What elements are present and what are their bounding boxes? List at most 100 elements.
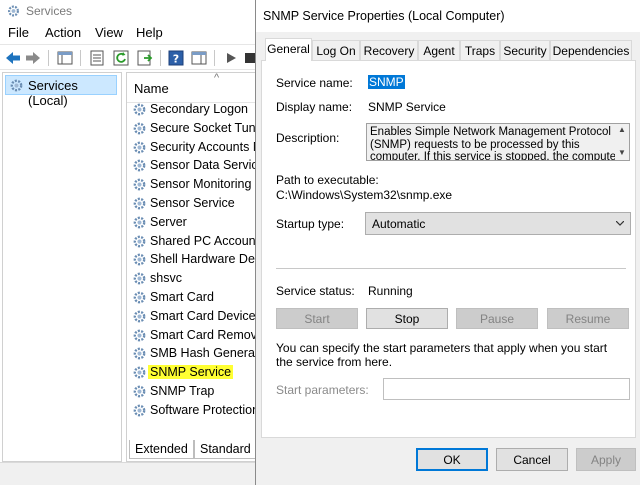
- service-row[interactable]: Shell Hardware Dete: [129, 250, 256, 269]
- service-status-value: Running: [368, 284, 413, 298]
- service-gear-icon: [133, 235, 146, 247]
- service-row[interactable]: Shared PC Account: [129, 232, 256, 251]
- startup-type-select[interactable]: Automatic: [365, 212, 631, 235]
- start-params-input[interactable]: [383, 378, 630, 400]
- service-row[interactable]: Sensor Service: [129, 194, 256, 213]
- apply-button[interactable]: Apply: [576, 448, 636, 471]
- service-gear-icon: [133, 366, 146, 379]
- status-bar: [0, 462, 255, 485]
- tab-security[interactable]: Security: [500, 40, 550, 60]
- refresh-icon[interactable]: [112, 49, 130, 67]
- startup-type-label: Startup type:: [276, 217, 345, 231]
- services-window-title: Services: [26, 4, 73, 18]
- pause-button[interactable]: Pause: [456, 308, 538, 329]
- tab-extended[interactable]: Extended: [129, 440, 194, 459]
- toolbar-separator: [48, 50, 49, 66]
- service-gear-icon: [133, 103, 146, 116]
- service-row[interactable]: Sensor Data Service: [129, 156, 256, 175]
- resume-button[interactable]: Resume: [547, 308, 629, 329]
- dialog-title: SNMP Service Properties (Local Computer): [263, 9, 505, 23]
- service-name: Sensor Monitoring S: [150, 177, 256, 192]
- menu-action[interactable]: Action: [45, 25, 81, 40]
- service-row[interactable]: Smart Card: [129, 288, 256, 307]
- ok-button[interactable]: OK: [416, 448, 488, 471]
- service-row[interactable]: Security Accounts M: [129, 138, 256, 157]
- service-row[interactable]: Smart Card Remova: [129, 326, 256, 345]
- service-name: Security Accounts M: [150, 139, 256, 154]
- properties-sheet-icon[interactable]: [88, 49, 106, 67]
- service-gear-icon: [133, 141, 146, 153]
- service-row[interactable]: shsvc: [129, 269, 256, 288]
- startup-type-value: Automatic: [372, 217, 426, 231]
- tab-general[interactable]: General: [265, 38, 312, 61]
- column-header-label: Name: [134, 81, 169, 96]
- general-tab-page: Service name: SNMP Display name: SNMP Se…: [261, 60, 636, 438]
- menu-file[interactable]: File: [8, 25, 29, 40]
- tab-log-on[interactable]: Log On: [312, 40, 360, 60]
- services-list: ^ Name Secondary Logon Secure Socket Tunn…: [126, 72, 256, 462]
- help-icon[interactable]: ?: [167, 49, 185, 67]
- tab-traps[interactable]: Traps: [460, 40, 500, 60]
- service-name: Shell Hardware Dete: [150, 252, 256, 267]
- tree-node-services-local[interactable]: Services (Local): [5, 75, 117, 108]
- tree-node-label: Services (Local): [28, 78, 78, 108]
- service-gear-icon: [133, 178, 146, 191]
- cancel-button[interactable]: Cancel: [496, 448, 568, 471]
- column-header-name[interactable]: ^ Name: [127, 73, 256, 103]
- service-row[interactable]: Software Protection: [129, 401, 256, 420]
- properties-dialog: SNMP Service Properties (Local Computer)…: [255, 0, 640, 485]
- service-row[interactable]: Server: [129, 213, 256, 232]
- sort-ascending-icon: ^: [214, 72, 220, 84]
- service-row[interactable]: Secondary Logon: [129, 100, 256, 119]
- start-params-label: Start parameters:: [276, 383, 369, 397]
- service-row[interactable]: Secure Socket Tunn: [129, 119, 256, 138]
- chevron-down-icon: [616, 221, 624, 226]
- console-tree-icon[interactable]: [56, 49, 74, 67]
- service-row-selected[interactable]: SNMP Service: [129, 363, 256, 382]
- service-row[interactable]: SNMP Trap: [129, 382, 256, 401]
- toolbar-separator: [214, 50, 215, 66]
- tab-recovery[interactable]: Recovery: [360, 40, 418, 60]
- service-name: Secure Socket Tunn: [150, 120, 256, 135]
- start-service-icon[interactable]: [222, 49, 240, 67]
- services-gear-icon: [10, 79, 23, 92]
- service-gear-icon: [133, 348, 146, 360]
- service-name-label: Service name:: [276, 76, 353, 90]
- back-arrow-icon[interactable]: [4, 49, 22, 67]
- services-gear-icon: [8, 5, 19, 17]
- tab-dependencies[interactable]: Dependencies: [550, 40, 632, 60]
- scroll-up-icon[interactable]: ▲: [618, 125, 626, 134]
- service-gear-icon: [133, 122, 146, 135]
- description-text: Enables Simple Network Management Protoc…: [370, 126, 620, 161]
- service-gear-icon: [133, 160, 146, 172]
- display-name-value[interactable]: SNMP Service: [368, 100, 446, 114]
- console-tree: Services (Local): [2, 72, 122, 462]
- description-scrollbar[interactable]: ▲ ▼: [615, 124, 629, 160]
- description-box[interactable]: Enables Simple Network Management Protoc…: [366, 123, 630, 161]
- menu-help[interactable]: Help: [136, 25, 163, 40]
- view-tabs: Extended Standard: [126, 440, 257, 460]
- forward-arrow-icon[interactable]: [24, 49, 42, 67]
- service-name: Smart Card Device E: [150, 308, 256, 323]
- service-gear-icon: [133, 272, 146, 285]
- path-label: Path to executable:: [276, 173, 379, 187]
- service-gear-icon: [133, 385, 146, 398]
- service-name-value[interactable]: SNMP: [368, 75, 405, 89]
- export-list-icon[interactable]: [136, 49, 154, 67]
- service-gear-icon: [133, 291, 146, 304]
- path-value: C:\Windows\System32\snmp.exe: [276, 188, 453, 202]
- scroll-down-icon[interactable]: ▼: [618, 148, 626, 157]
- show-hide-pane-icon[interactable]: [190, 49, 208, 67]
- service-name: SMB Hash Generatic: [150, 346, 256, 361]
- menu-view[interactable]: View: [95, 25, 123, 40]
- tab-agent[interactable]: Agent: [418, 40, 460, 60]
- service-row[interactable]: SMB Hash Generatic: [129, 344, 256, 363]
- svg-text:?: ?: [173, 53, 179, 66]
- service-name: Smart Card: [150, 290, 214, 304]
- service-row[interactable]: Sensor Monitoring S: [129, 175, 256, 194]
- service-row[interactable]: Smart Card Device E: [129, 307, 256, 326]
- tab-standard[interactable]: Standard: [194, 440, 257, 459]
- start-button[interactable]: Start: [276, 308, 358, 329]
- stop-button[interactable]: Stop: [366, 308, 448, 329]
- service-name: Software Protection: [150, 402, 256, 417]
